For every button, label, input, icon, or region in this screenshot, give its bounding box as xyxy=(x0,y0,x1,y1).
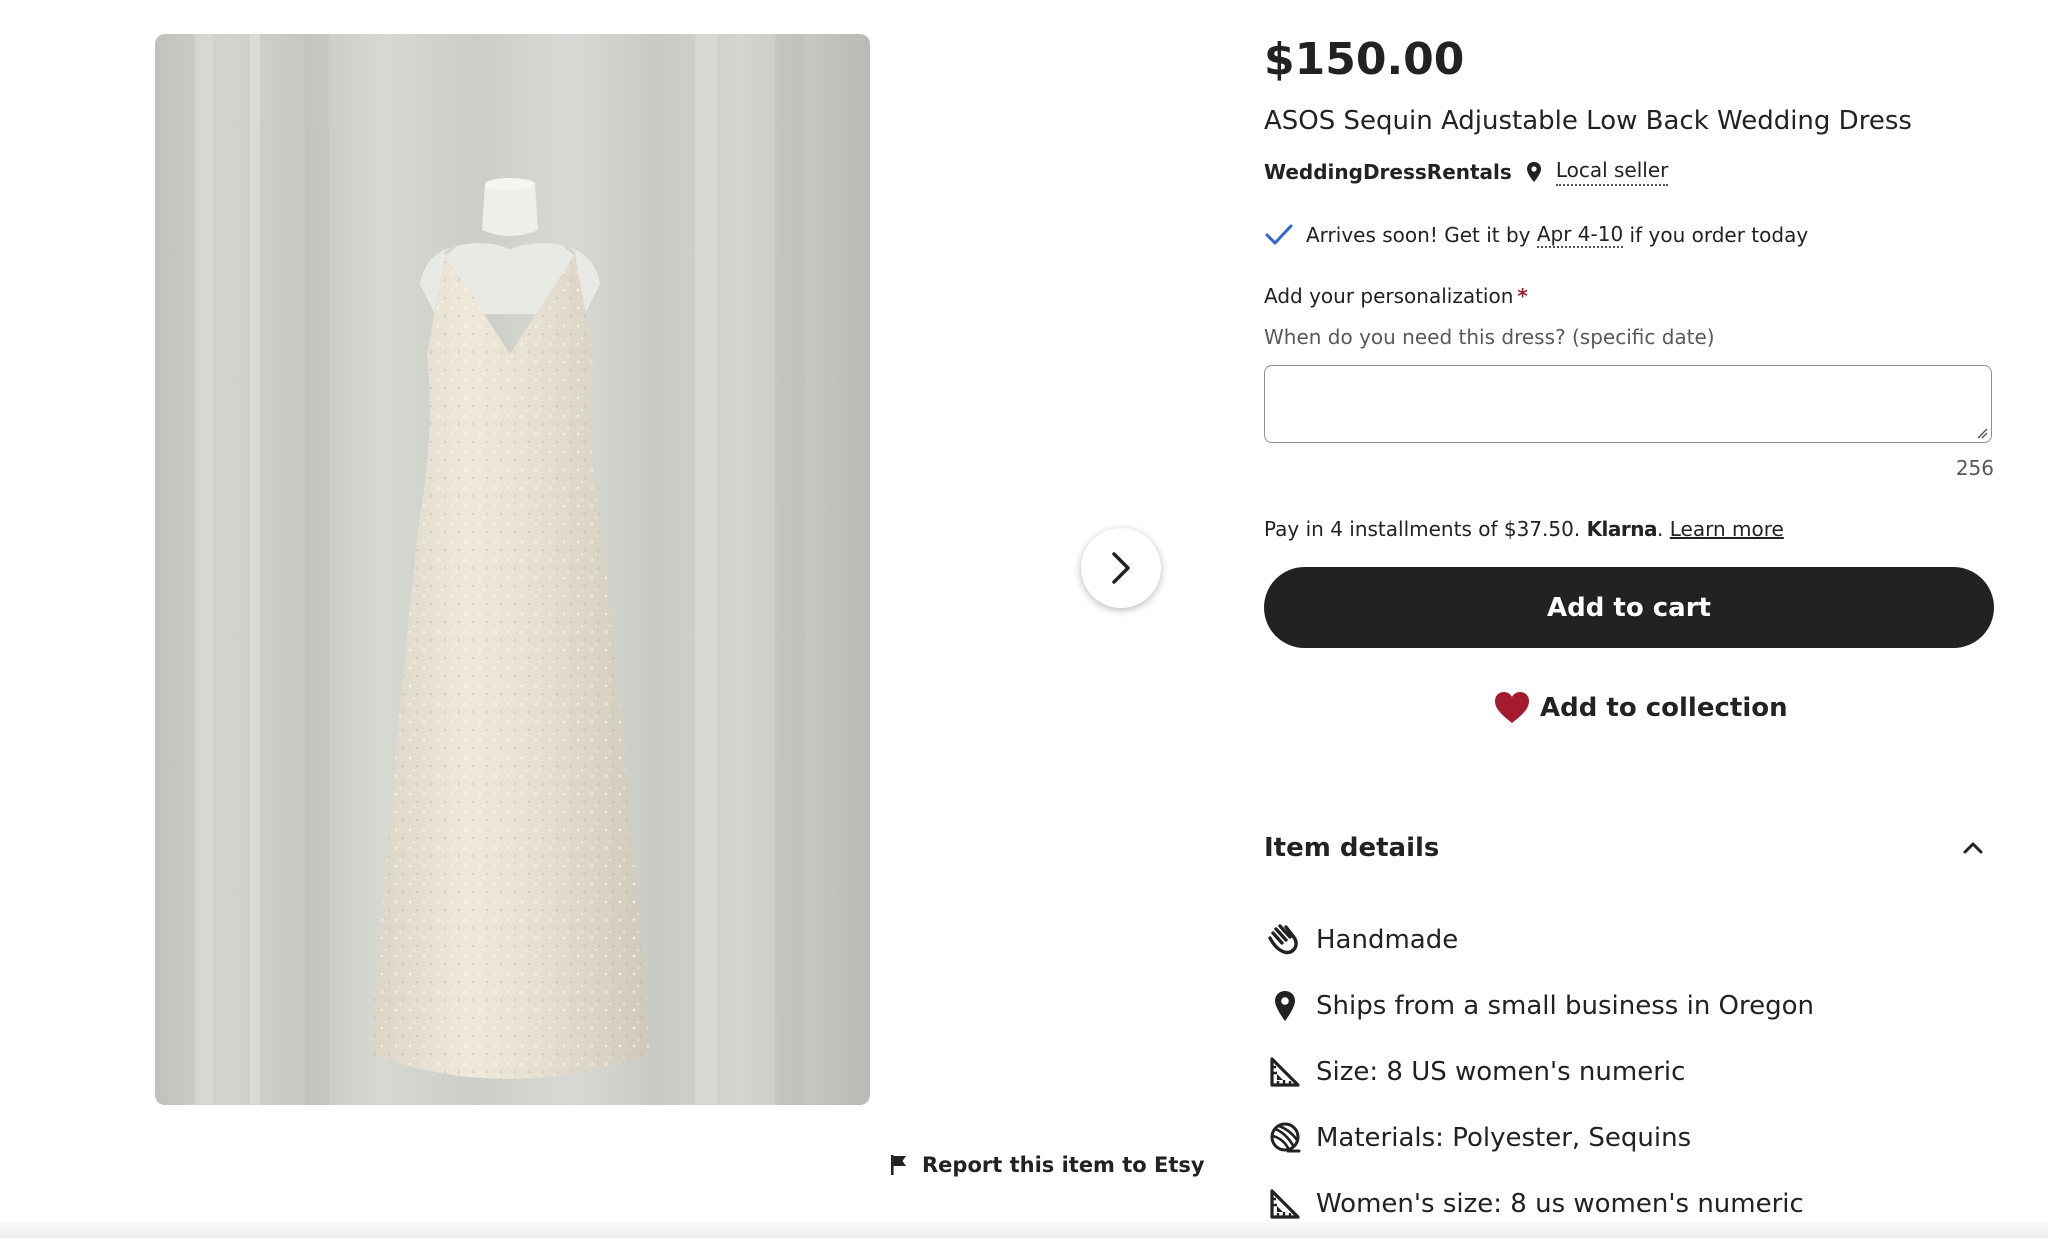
location-pin-icon xyxy=(1264,986,1306,1026)
yarn-icon xyxy=(1264,1118,1306,1158)
detail-size: Size: 8 US women's numeric xyxy=(1264,1052,1685,1092)
detail-text: Handmade xyxy=(1316,925,1459,955)
personalization-label: Add your personalization * xyxy=(1264,284,1528,308)
delivery-estimate: Arrives soon! Get it by Apr 4-10 if you … xyxy=(1264,222,1808,248)
learn-more-link[interactable]: Learn more xyxy=(1670,517,1784,541)
listing-title: ASOS Sequin Adjustable Low Back Wedding … xyxy=(1264,106,1912,136)
hand-icon xyxy=(1264,920,1306,960)
ruler-icon xyxy=(1264,1184,1306,1224)
price: $150.00 xyxy=(1264,34,1465,85)
check-icon xyxy=(1265,224,1293,245)
personalization-hint: When do you need this dress? (specific d… xyxy=(1264,325,1715,349)
item-details-toggle[interactable]: Item details xyxy=(1264,826,1994,870)
ruler-icon xyxy=(1264,1052,1306,1092)
wedding-dress-image xyxy=(195,34,805,1105)
delivery-prefix: Arrives soon! Get it by xyxy=(1306,223,1537,247)
detail-handmade: Handmade xyxy=(1264,920,1458,960)
detail-text: Ships from a small business in Oregon xyxy=(1316,991,1815,1021)
delivery-suffix: if you order today xyxy=(1623,223,1809,247)
detail-womens-size: Women's size: 8 us women's numeric xyxy=(1264,1184,1804,1224)
klarna-logo: Klarna xyxy=(1586,517,1658,541)
detail-text: Size: 8 US women's numeric xyxy=(1316,1057,1686,1087)
add-to-collection-button[interactable]: Add to collection xyxy=(1494,686,1788,730)
detail-text: Materials: Polyester, Sequins xyxy=(1316,1123,1692,1153)
detail-materials: Materials: Polyester, Sequins xyxy=(1264,1118,1691,1158)
add-to-collection-label: Add to collection xyxy=(1540,693,1788,723)
product-photo[interactable] xyxy=(155,34,870,1105)
location-pin-icon xyxy=(1526,161,1542,183)
heart-icon xyxy=(1495,692,1529,723)
seller-name-link[interactable]: WeddingDressRentals xyxy=(1264,160,1512,184)
add-to-cart-button[interactable]: Add to cart xyxy=(1264,567,1994,648)
installment-text: Pay in 4 installments of $37.50. xyxy=(1264,517,1581,541)
page-bottom-edge xyxy=(0,1222,2048,1238)
delivery-dates[interactable]: Apr 4-10 xyxy=(1536,222,1624,248)
personalization-label-text: Add your personalization xyxy=(1264,284,1514,308)
character-count: 256 xyxy=(1955,456,1994,480)
klarna-period: . xyxy=(1657,517,1664,541)
item-details-title: Item details xyxy=(1264,833,1440,863)
chevron-right-icon xyxy=(1112,552,1130,584)
detail-ships-from: Ships from a small business in Oregon xyxy=(1264,986,1814,1026)
report-item-link[interactable]: Report this item to Etsy xyxy=(890,1150,1205,1180)
klarna-installments: Pay in 4 installments of $37.50. Klarna.… xyxy=(1264,517,1784,541)
chevron-up-icon xyxy=(1963,842,1983,854)
seller-row: WeddingDressRentals Local seller xyxy=(1264,158,1669,186)
report-item-label: Report this item to Etsy xyxy=(922,1153,1205,1177)
required-marker: * xyxy=(1517,284,1528,308)
personalization-input[interactable] xyxy=(1264,365,1992,443)
next-image-button[interactable] xyxy=(1081,528,1161,608)
flag-icon xyxy=(891,1155,906,1175)
resize-grip-icon[interactable] xyxy=(1976,427,1988,439)
local-seller-link[interactable]: Local seller xyxy=(1555,158,1669,186)
detail-text: Women's size: 8 us women's numeric xyxy=(1316,1189,1804,1219)
